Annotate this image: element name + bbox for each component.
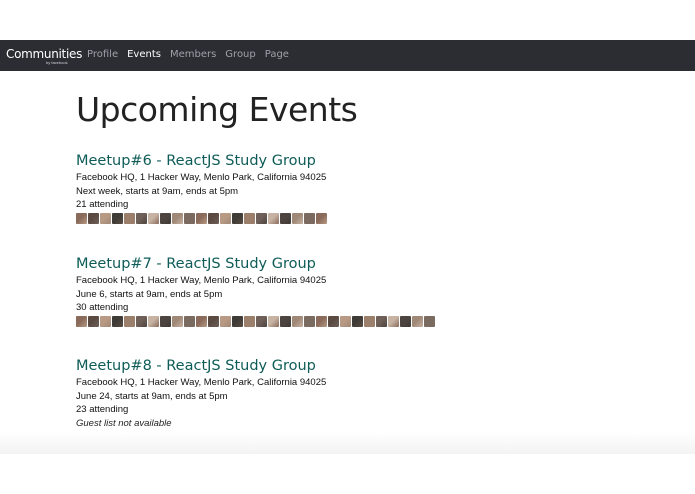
attendee-avatar[interactable] <box>208 315 219 327</box>
event-card-meetup-7: Meetup#7 - ReactJS Study Group Facebook … <box>76 255 435 327</box>
attendee-avatars <box>76 212 327 224</box>
attendee-avatar[interactable] <box>232 315 243 327</box>
guest-list-note: Guest list not available <box>76 417 172 429</box>
attendee-avatar[interactable] <box>148 212 159 224</box>
attendee-avatar[interactable] <box>424 315 435 327</box>
attendee-avatar[interactable] <box>364 315 375 327</box>
attendee-avatar[interactable] <box>280 315 291 327</box>
attendee-avatar[interactable] <box>316 315 327 327</box>
attendee-avatar[interactable] <box>244 212 255 224</box>
attendee-avatar[interactable] <box>100 212 111 224</box>
attendee-avatar[interactable] <box>172 315 183 327</box>
nav-link-page[interactable]: Page <box>265 49 289 60</box>
attendee-avatar[interactable] <box>220 315 231 327</box>
attendee-avatar[interactable] <box>232 212 243 224</box>
page-title: Upcoming Events <box>76 90 358 129</box>
event-title[interactable]: Meetup#8 - ReactJS Study Group <box>76 357 326 376</box>
attendee-avatar[interactable] <box>388 315 399 327</box>
event-location: Facebook HQ, 1 Hacker Way, Menlo Park, C… <box>76 275 327 286</box>
attendee-avatar[interactable] <box>304 315 315 327</box>
attendee-avatar[interactable] <box>160 315 171 327</box>
event-card-meetup-8: Meetup#8 - ReactJS Study Group Facebook … <box>76 357 326 430</box>
attendee-avatar[interactable] <box>220 212 231 224</box>
event-title[interactable]: Meetup#6 - ReactJS Study Group <box>76 152 327 171</box>
attendee-avatar[interactable] <box>268 315 279 327</box>
nav-link-group[interactable]: Group <box>225 49 255 60</box>
event-location: Facebook HQ, 1 Hacker Way, Menlo Park, C… <box>76 377 327 388</box>
attendee-avatar[interactable] <box>244 315 255 327</box>
attendee-avatar[interactable] <box>400 315 411 327</box>
attendee-avatar[interactable] <box>256 315 267 327</box>
event-attending-count: 30 attending <box>76 302 129 313</box>
attendee-avatar[interactable] <box>76 315 87 327</box>
nav-links: Profile Events Members Group Page <box>87 49 289 60</box>
attendee-avatar[interactable] <box>88 212 99 224</box>
event-attending-count: 21 attending <box>76 199 129 210</box>
attendee-avatars <box>76 315 435 327</box>
top-navbar: Communities by facebook Profile Events M… <box>0 40 695 71</box>
attendee-avatar[interactable] <box>292 212 303 224</box>
attendee-avatar[interactable] <box>136 315 147 327</box>
attendee-avatar[interactable] <box>124 212 135 224</box>
attendee-avatar[interactable] <box>112 212 123 224</box>
event-time: June 6, starts at 9am, ends at 5pm <box>76 288 223 300</box>
page-footer-shade <box>0 432 695 454</box>
attendee-avatar[interactable] <box>268 212 279 224</box>
attendee-avatar[interactable] <box>304 212 315 224</box>
attendee-avatar[interactable] <box>376 315 387 327</box>
attendee-avatar[interactable] <box>184 212 195 224</box>
event-attending-count: 23 attending <box>76 404 129 415</box>
attendee-avatar[interactable] <box>196 212 207 224</box>
attendee-avatar[interactable] <box>316 212 327 224</box>
attendee-avatar[interactable] <box>148 315 159 327</box>
event-time: June 24, starts at 9am, ends at 5pm <box>76 390 228 402</box>
attendee-avatar[interactable] <box>172 212 183 224</box>
event-location: Facebook HQ, 1 Hacker Way, Menlo Park, C… <box>76 172 327 183</box>
attendee-avatar[interactable] <box>124 315 135 327</box>
attendee-avatar[interactable] <box>292 315 303 327</box>
attendee-avatar[interactable] <box>412 315 423 327</box>
attendee-avatar[interactable] <box>256 212 267 224</box>
attendee-avatar[interactable] <box>88 315 99 327</box>
attendee-avatar[interactable] <box>136 212 147 224</box>
attendee-avatar[interactable] <box>184 315 195 327</box>
brand-byline: by facebook <box>46 60 68 65</box>
nav-link-events[interactable]: Events <box>127 49 161 60</box>
attendee-avatar[interactable] <box>328 315 339 327</box>
attendee-avatar[interactable] <box>112 315 123 327</box>
event-time: Next week, starts at 9am, ends at 5pm <box>76 185 239 197</box>
attendee-avatar[interactable] <box>208 212 219 224</box>
attendee-avatar[interactable] <box>280 212 291 224</box>
attendee-avatar[interactable] <box>352 315 363 327</box>
attendee-avatar[interactable] <box>76 212 87 224</box>
brand-logo[interactable]: Communities <box>6 47 82 61</box>
event-title[interactable]: Meetup#7 - ReactJS Study Group <box>76 255 435 274</box>
nav-link-members[interactable]: Members <box>170 49 216 60</box>
attendee-avatar[interactable] <box>340 315 351 327</box>
nav-link-profile[interactable]: Profile <box>87 49 118 60</box>
attendee-avatar[interactable] <box>100 315 111 327</box>
event-card-meetup-6: Meetup#6 - ReactJS Study Group Facebook … <box>76 152 327 224</box>
attendee-avatar[interactable] <box>196 315 207 327</box>
attendee-avatar[interactable] <box>160 212 171 224</box>
